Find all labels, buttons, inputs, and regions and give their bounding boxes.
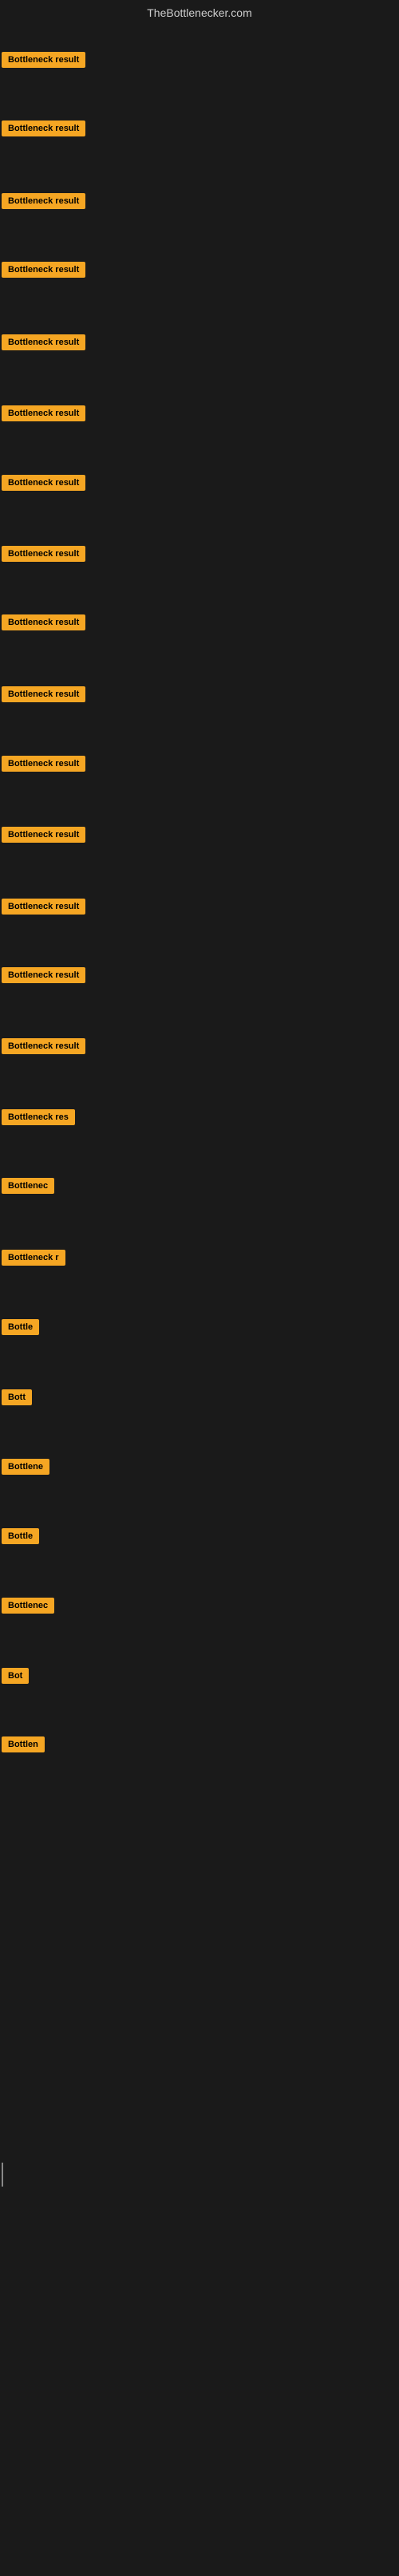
bottleneck-badge-5[interactable]: Bottleneck result [2, 334, 85, 350]
bottleneck-badge-13[interactable]: Bottleneck result [2, 899, 85, 915]
bottleneck-badge-15[interactable]: Bottleneck result [2, 1038, 85, 1054]
bottleneck-item-4: Bottleneck result [2, 262, 85, 282]
bottleneck-badge-16[interactable]: Bottleneck res [2, 1109, 75, 1125]
bottleneck-item-18: Bottleneck r [2, 1250, 65, 1270]
site-title: TheBottlenecker.com [0, 0, 399, 22]
bottleneck-badge-17[interactable]: Bottlenec [2, 1178, 54, 1194]
bottleneck-item-11: Bottleneck result [2, 756, 85, 776]
bottleneck-item-21: Bottlene [2, 1459, 49, 1479]
bottleneck-badge-18[interactable]: Bottleneck r [2, 1250, 65, 1266]
bottleneck-badge-11[interactable]: Bottleneck result [2, 756, 85, 772]
bottleneck-badge-8[interactable]: Bottleneck result [2, 546, 85, 562]
bottleneck-item-13: Bottleneck result [2, 899, 85, 919]
bottleneck-badge-4[interactable]: Bottleneck result [2, 262, 85, 278]
bottleneck-item-16: Bottleneck res [2, 1109, 75, 1129]
bottleneck-badge-23[interactable]: Bottlenec [2, 1598, 54, 1614]
bottleneck-item-15: Bottleneck result [2, 1038, 85, 1058]
bottleneck-item-17: Bottlenec [2, 1178, 54, 1198]
bottleneck-badge-24[interactable]: Bot [2, 1668, 29, 1684]
bottleneck-badge-1[interactable]: Bottleneck result [2, 52, 85, 68]
bottleneck-list: Bottleneck result Bottleneck result Bottle… [0, 22, 399, 2576]
bottleneck-badge-6[interactable]: Bottleneck result [2, 405, 85, 421]
bottleneck-badge-22[interactable]: Bottle [2, 1528, 39, 1544]
bottleneck-badge-19[interactable]: Bottle [2, 1319, 39, 1335]
bottleneck-item-8: Bottleneck result [2, 546, 85, 566]
bottleneck-item-23: Bottlenec [2, 1598, 54, 1618]
bottleneck-item-7: Bottleneck result [2, 475, 85, 495]
bottleneck-badge-12[interactable]: Bottleneck result [2, 827, 85, 843]
page-wrapper: TheBottlenecker.com Bottleneck resultBot… [0, 0, 399, 2576]
bottleneck-badge-25[interactable]: Bottlen [2, 1736, 45, 1752]
bottleneck-item-1: Bottleneck result [2, 52, 85, 72]
bottleneck-item-12: Bottleneck result [2, 827, 85, 847]
bottleneck-item-25: Bottlen [2, 1736, 45, 1756]
bottleneck-item-10: Bottleneck result [2, 686, 85, 706]
cursor-indicator [2, 2163, 3, 2187]
bottleneck-item-22: Bottle [2, 1528, 39, 1548]
bottleneck-badge-20[interactable]: Bott [2, 1389, 32, 1405]
bottleneck-badge-2[interactable]: Bottleneck result [2, 121, 85, 136]
bottleneck-badge-14[interactable]: Bottleneck result [2, 967, 85, 983]
bottleneck-item-2: Bottleneck result [2, 121, 85, 140]
bottleneck-item-19: Bottle [2, 1319, 39, 1339]
bottleneck-badge-10[interactable]: Bottleneck result [2, 686, 85, 702]
bottleneck-item-24: Bot [2, 1668, 29, 1688]
bottleneck-item-20: Bott [2, 1389, 32, 1409]
bottleneck-badge-3[interactable]: Bottleneck result [2, 193, 85, 209]
bottleneck-item-5: Bottleneck result [2, 334, 85, 354]
bottleneck-item-3: Bottleneck result [2, 193, 85, 213]
bottleneck-item-9: Bottleneck result [2, 614, 85, 634]
bottleneck-item-14: Bottleneck result [2, 967, 85, 987]
bottleneck-badge-21[interactable]: Bottlene [2, 1459, 49, 1475]
bottleneck-badge-7[interactable]: Bottleneck result [2, 475, 85, 491]
bottleneck-badge-9[interactable]: Bottleneck result [2, 614, 85, 630]
bottleneck-item-6: Bottleneck result [2, 405, 85, 425]
